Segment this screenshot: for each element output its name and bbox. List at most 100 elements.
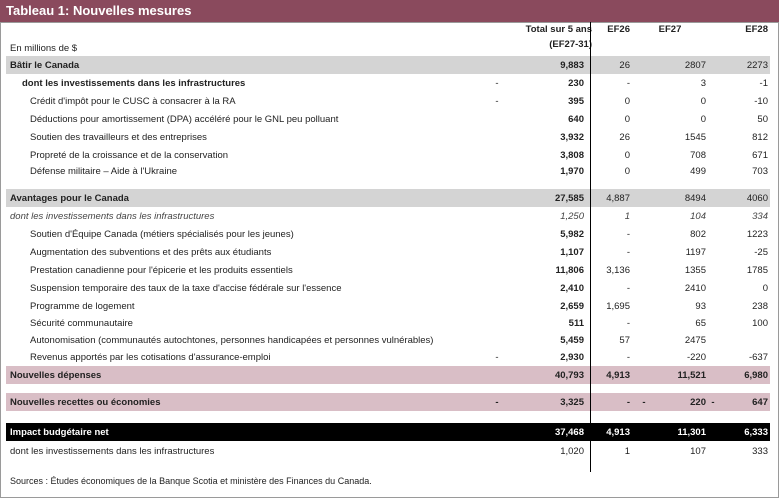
cell-ef27: 2410 (684, 282, 706, 294)
cell-total: 5,982 (560, 228, 584, 240)
cell-total: 640 (568, 113, 584, 125)
cell-ef28: 6,333 (744, 426, 768, 438)
row-spacer (6, 384, 770, 393)
cell-total: 27,585 (554, 192, 584, 204)
cell-ef28: 0 (762, 282, 768, 294)
row-dash-marker: - (495, 77, 499, 89)
cell-mid-marker (630, 261, 658, 279)
cell-ef26: 4,913 (606, 426, 630, 438)
row-dash-marker (490, 207, 504, 225)
table-row: Programme de logement 2,659 1,695 93 238 (6, 297, 770, 315)
cell-mid2-marker: - (711, 396, 715, 408)
cell-ef27: 0 (700, 113, 706, 125)
cell-ef26: - (626, 77, 630, 89)
cell-ef27: 1545 (684, 131, 706, 143)
cell-ef28: -25 (754, 246, 768, 258)
table-row: Revenus apportés par les cotisations d'a… (6, 349, 770, 366)
cell-mid2-marker (706, 332, 720, 349)
row-dash-marker (490, 297, 504, 315)
cell-ef27: 107 (690, 445, 706, 457)
row-label: Propreté de la croissance et de la conse… (30, 149, 229, 161)
cell-total: 2,410 (560, 282, 584, 294)
column-separator (590, 22, 591, 472)
cell-total: 230 (568, 77, 584, 89)
row-dash-marker (490, 110, 504, 128)
cell-mid2-marker (706, 441, 720, 461)
cell-ef26: 0 (624, 113, 630, 125)
cell-mid-marker (630, 74, 658, 92)
table-row: dont les investissements dans les infras… (6, 441, 770, 461)
header-ef26: EF26 (607, 24, 630, 35)
cell-ef27: 1355 (684, 264, 706, 276)
row-label: dont les investissements dans les infras… (10, 210, 215, 222)
table-row: Propreté de la croissance et de la conse… (6, 146, 770, 164)
table-row: Avantages pour le Canada 27,585 4,887 8494 4… (6, 189, 770, 207)
row-dash-marker (490, 56, 504, 74)
cell-total: 1,250 (560, 210, 584, 222)
cell-ef28: 703 (752, 166, 768, 177)
cell-mid2-marker (706, 315, 720, 332)
cell-ef28: 1785 (746, 264, 768, 276)
row-dash-marker (490, 332, 504, 349)
cell-mid-marker (630, 243, 658, 261)
cell-ef27: 0 (700, 95, 706, 107)
measures-table: En millions de $ Total sur 5 ans (EF27-3… (6, 22, 770, 461)
cell-ef26: - (626, 282, 630, 294)
cell-mid2-marker (706, 92, 720, 110)
cell-ef26: 1 (624, 210, 630, 222)
cell-ef26: - (626, 228, 630, 240)
cell-ef28: -1 (759, 77, 768, 89)
cell-ef26: 0 (624, 95, 630, 107)
cell-ef26: 0 (624, 166, 630, 177)
row-label: Augmentation des subventions et des prêt… (30, 246, 272, 258)
row-label: Autonomisation (communautés autochtones,… (30, 335, 434, 346)
cell-total: 1,970 (560, 166, 584, 177)
cell-total: 511 (568, 318, 584, 329)
row-dash-marker: - (495, 95, 499, 107)
row-label: Soutien des travailleurs et des entrepri… (30, 131, 207, 143)
table-row: Soutien d'Équipe Canada (métiers spécial… (6, 225, 770, 243)
cell-ef26: 57 (619, 335, 630, 346)
row-label: Sécurité communautaire (30, 318, 133, 329)
cell-mid2-marker (706, 207, 720, 225)
cell-total: 3,325 (560, 396, 584, 408)
cell-mid-marker (630, 423, 658, 441)
unit-label: En millions de $ (10, 43, 78, 54)
table-header: En millions de $ Total sur 5 ans (EF27-3… (6, 22, 770, 56)
cell-ef27: 93 (695, 300, 706, 312)
table-title: Tableau 1: Nouvelles mesures (0, 0, 779, 22)
cell-ef28: 50 (757, 113, 768, 125)
cell-mid2-marker (706, 349, 720, 366)
table-row: Sécurité communautaire 511 - 65 100 (6, 315, 770, 332)
row-dash-marker (490, 189, 504, 207)
cell-mid-marker (630, 315, 658, 332)
cell-ef28: 334 (752, 210, 768, 222)
cell-mid-marker (630, 366, 658, 384)
table-row: Nouvelles dépenses 40,793 4,913 11,521 6,980 (6, 366, 770, 384)
cell-ef26: 3,136 (606, 264, 630, 276)
cell-total: 11,806 (555, 264, 584, 276)
cell-ef26: 26 (619, 59, 630, 71)
table-row: Impact budgétaire net 37,468 4,913 11,301 6,… (6, 423, 770, 441)
cell-ef28: -637 (748, 352, 768, 363)
cell-total: 1,107 (560, 246, 584, 258)
table-row: Déductions pour amortissement (DPA) accé… (6, 110, 770, 128)
row-dash-marker (490, 146, 504, 164)
cell-mid-marker (630, 297, 658, 315)
cell-ef27: 2475 (684, 335, 706, 346)
cell-ef27: 499 (690, 166, 706, 177)
cell-ef26: - (626, 246, 630, 258)
table-row: Augmentation des subventions et des prêt… (6, 243, 770, 261)
cell-mid2-marker (706, 279, 720, 297)
cell-ef26: 1 (624, 445, 630, 457)
cell-total: 395 (568, 95, 584, 107)
table-row: Nouvelles recettes ou économies -3,325- -2… (6, 393, 770, 411)
cell-ef26: - (626, 318, 630, 329)
row-dash-marker: - (495, 352, 499, 363)
cell-ef28: 671 (752, 149, 768, 161)
table-row: Suspension temporaire des taux de la tax… (6, 279, 770, 297)
cell-mid-marker (630, 279, 658, 297)
cell-total: 3,808 (560, 149, 584, 161)
cell-mid-marker (630, 332, 658, 349)
table-row: Soutien des travailleurs et des entrepri… (6, 128, 770, 146)
